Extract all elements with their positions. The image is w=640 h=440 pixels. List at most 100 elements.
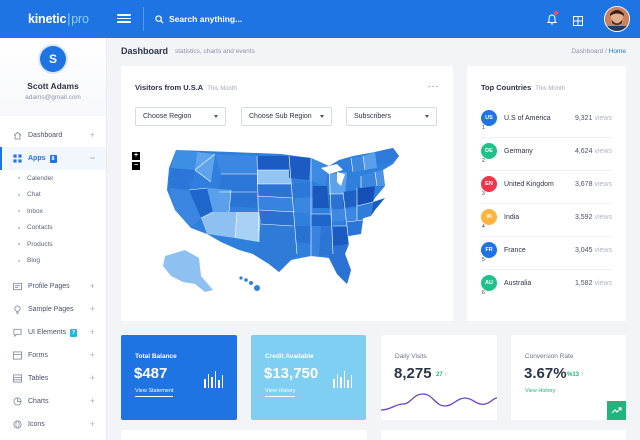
sidebar-subitem-chat[interactable]: Chat [0,187,106,204]
sidebar-item-tables[interactable]: Tables + [0,367,106,390]
country-rank: 1 [482,125,485,131]
caret-down-icon [214,115,218,118]
partial-card [381,430,626,440]
sidebar-subitem-calender[interactable]: Calender [0,170,106,187]
view-statement-link[interactable]: View Statement [135,388,174,397]
form-icon [13,351,22,360]
expand-icon[interactable]: + [90,419,95,429]
user-avatar[interactable] [604,6,630,32]
visitors-map-card: Visitors from U.S.A This Month ··· Choose… [121,66,453,321]
country-row-fr[interactable]: FR 5 France 3,045 views [481,237,612,270]
arrow-up-icon: ↑ [580,372,584,378]
country-name: France [504,247,526,254]
partial-card [121,430,367,440]
sidebar-item-label: Forms [28,352,48,359]
arrow-up-icon: ↑ [444,372,448,378]
sidebar-item-label: Charts [28,398,49,405]
sidebar-subitem-contacts[interactable]: Contacts [0,220,106,237]
caret-down-icon [425,115,429,118]
delta-value: %13 ↑ [567,372,584,378]
view-history-link[interactable]: View History [265,388,296,397]
stat-label: Total Balance [135,353,177,360]
stat-value: 8,275 [394,365,432,382]
home-icon [13,131,22,140]
notification-bell-icon[interactable] [546,11,558,30]
profile-card-icon [13,282,22,291]
period-label: This Month [207,86,237,92]
expand-icon[interactable]: + [90,350,95,360]
pie-chart-icon [13,397,22,406]
apps-grid-icon [13,154,22,163]
sidebar-item-sample-pages[interactable]: Sample Pages + [0,298,106,321]
choose-sub-region-select[interactable]: Choose Sub Region [241,107,332,126]
country-badge: US [481,110,497,126]
view-history-link[interactable]: View History [525,388,555,396]
sidebar-item-label: Dashboard [28,132,63,139]
sidebar-item-dashboard[interactable]: Dashboard + [0,124,106,147]
choose-region-select[interactable]: Choose Region [135,107,226,126]
trending-up-icon [611,407,622,414]
country-badge: IN [481,209,497,225]
zoom-in-button[interactable]: + [132,152,140,160]
sidebar-item-apps[interactable]: Apps 8 − [0,147,106,170]
sidebar-item-icons[interactable]: Icons + [0,413,106,436]
sidebar-subitem-blog[interactable]: Blog [0,253,106,270]
country-row-de[interactable]: DE 2 Germany 4,624 views [481,138,612,171]
expand-icon[interactable]: + [90,327,95,337]
sidebar-nav: Dashboard + Apps 8 − Calender Chat Inbox… [0,116,106,436]
sidebar-subitem-inbox[interactable]: Inbox [0,203,106,220]
page-title: Dashboard [121,46,169,56]
sidebar-item-label: Apps [28,155,46,162]
search-bar[interactable] [155,10,355,28]
brand-logo[interactable]: kinetic|pro [28,12,89,26]
country-rank: 3 [482,191,485,197]
expand-icon[interactable]: + [90,304,95,314]
usa-map[interactable] [161,146,421,306]
more-options-icon[interactable]: ··· [428,81,440,92]
sidebar-item-label: Profile Pages [28,283,70,290]
profile-email: adams@gmail.com [25,94,81,101]
profile-avatar[interactable]: S [40,46,66,72]
subscribers-select[interactable]: Subscribers [346,107,437,126]
globe-icon [13,420,22,429]
sidebar-item-charts[interactable]: Charts + [0,390,106,413]
stat-value: 3.67% [524,365,567,382]
sidebar-item-forms[interactable]: Forms + [0,344,106,367]
expand-icon[interactable]: + [90,396,95,406]
country-name: Germany [504,148,533,155]
search-input[interactable] [169,14,329,24]
hamburger-menu-icon[interactable] [117,12,131,26]
conversion-rate-card: Conversion Rate 3.67% %13 ↑ View History [511,335,626,420]
trend-button[interactable] [607,401,626,420]
total-balance-card: Total Balance $487 View Statement [121,335,237,420]
sidebar-item-label: Icons [28,421,45,428]
expand-icon[interactable]: + [90,373,95,383]
country-name: U.S of America [504,115,551,122]
period-label: This Month [535,86,565,92]
sidebar-item-label: UI Elements [28,329,67,336]
search-icon [155,14,164,24]
country-row-au[interactable]: AU 6 Australia 1,582 views [481,270,612,303]
country-row-en[interactable]: EN 3 United Kingdom 3,678 views [481,171,612,204]
lightbulb-icon [14,305,21,314]
breadcrumb-dashboard[interactable]: Dashboard [571,48,603,55]
sidebar-subitem-products[interactable]: Products [0,236,106,253]
count-badge: 7 [70,328,78,337]
country-row-in[interactable]: IN 4 India 3,592 views [481,204,612,237]
zoom-out-button[interactable]: − [132,162,140,170]
country-badge: AU [481,275,497,291]
expand-icon[interactable]: + [90,281,95,291]
country-row-us[interactable]: US 1 U.S of America 9,321 views [481,105,612,138]
expand-icon[interactable]: + [90,130,95,140]
country-views: 9,321 views [574,115,612,122]
collapse-icon[interactable]: − [90,153,95,163]
sidebar: S Scott Adams adams@gmail.com Dashboard … [0,38,107,440]
sidebar-item-profile-pages[interactable]: Profile Pages + [0,275,106,298]
country-name: United Kingdom [504,181,554,188]
sidebar-item-label: Tables [28,375,49,382]
sidebar-item-ui-elements[interactable]: UI Elements 7 + [0,321,106,344]
caret-down-icon [320,115,324,118]
app-grid-icon[interactable] [573,13,583,31]
sidebar-item-label: Sample Pages [28,306,74,313]
breadcrumb-home[interactable]: Home [609,48,626,55]
